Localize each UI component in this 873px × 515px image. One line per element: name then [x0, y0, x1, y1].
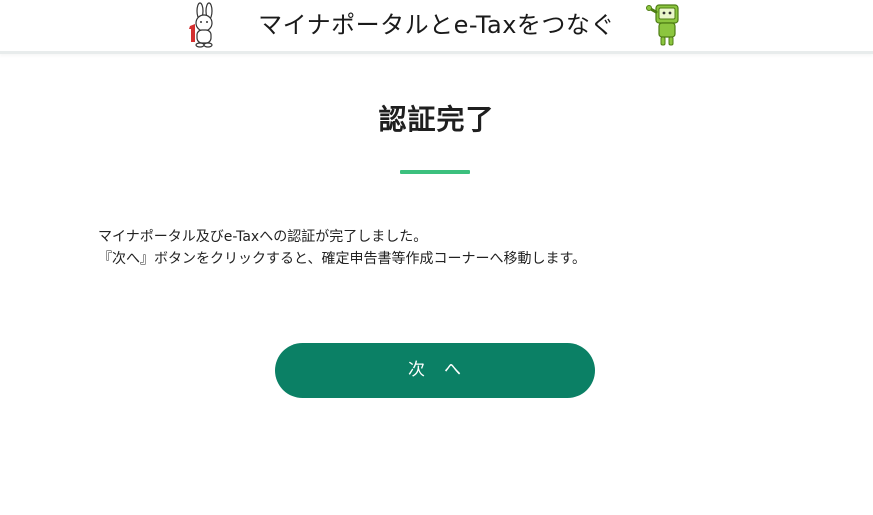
next-button[interactable]: 次 へ	[275, 343, 595, 398]
title-divider	[400, 170, 470, 174]
header: マイナポータルとe-Taxをつなぐ	[0, 0, 873, 54]
page-title: 認証完了	[378, 103, 495, 136]
completion-message: マイナポータル及びe-Taxへの認証が完了しました。 『次へ』ボタンをクリックす…	[98, 226, 818, 270]
message-line: 『次へ』ボタンをクリックすると、確定申告書等作成コーナーへ移動します。	[98, 251, 587, 267]
message-line: マイナポータル及びe-Taxへの認証が完了しました。	[98, 229, 428, 245]
etax-robot-mascot-icon	[646, 4, 679, 46]
header-title: マイナポータルとe-Taxをつなぐ	[258, 11, 615, 39]
